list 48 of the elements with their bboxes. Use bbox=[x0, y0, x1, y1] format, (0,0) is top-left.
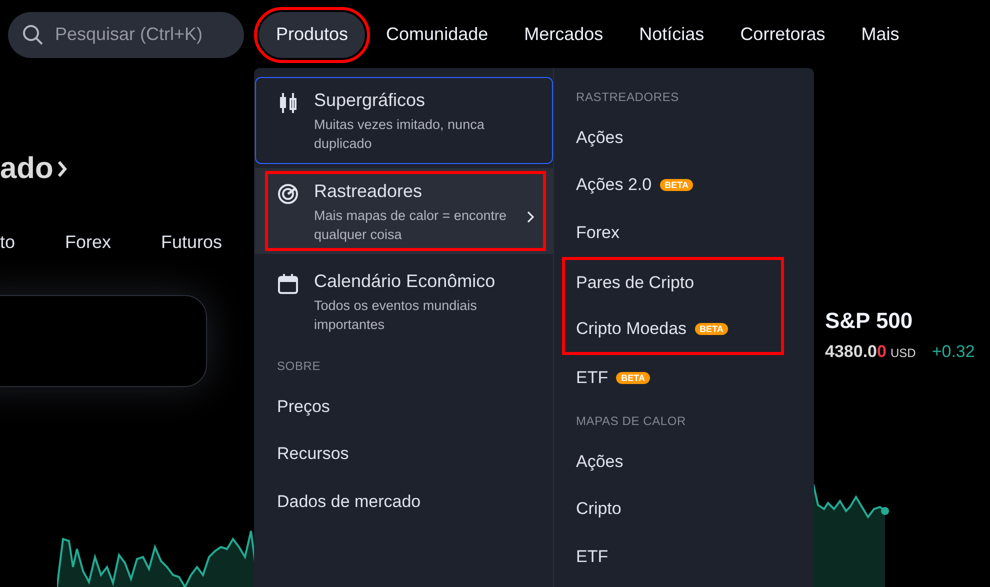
market-tab[interactable]: Forex bbox=[65, 232, 112, 253]
section-heading[interactable]: ado bbox=[0, 152, 54, 186]
item-title: Calendário Econômico bbox=[314, 271, 496, 292]
nav-item[interactable]: Comunidade bbox=[369, 12, 506, 58]
nav-item[interactable]: Notícias bbox=[622, 12, 722, 58]
menu-item[interactable]: Supergráficos Muitas vezes imitado, nunca duplicado bbox=[255, 77, 553, 164]
menu-link[interactable]: ETF BETA bbox=[554, 354, 814, 402]
market-tab[interactable]: Futuros bbox=[161, 232, 222, 253]
item-description: Muitas vezes imitado, nunca duplicado bbox=[314, 116, 486, 153]
nav-item[interactable]: Corretoras bbox=[723, 12, 842, 58]
nav-item[interactable]: Mais bbox=[844, 12, 916, 58]
menu-link[interactable]: Dados de mercado bbox=[255, 478, 553, 526]
price-change: +0.32 bbox=[932, 342, 975, 362]
section-header: SOBRE bbox=[276, 358, 322, 375]
currency: USD bbox=[890, 346, 916, 360]
menu-link[interactable]: ETF bbox=[554, 533, 814, 580]
menu-link[interactable]: Pares de Cripto bbox=[565, 260, 781, 306]
menu-link[interactable]: Forex bbox=[554, 209, 814, 256]
section-header: MAPAS DE CALOR bbox=[575, 413, 688, 430]
item-description: Todos os eventos mundiais importantes bbox=[314, 297, 478, 334]
menu-link[interactable]: Ações 2.0 BETA bbox=[554, 162, 814, 209]
item-description: Mais mapas de calor = encontre qualquer coisa bbox=[314, 207, 508, 244]
index-name[interactable]: S&P 500 bbox=[825, 308, 975, 334]
beta-badge: BETA bbox=[694, 322, 728, 334]
radar-icon bbox=[278, 184, 298, 204]
menu-link[interactable]: Ações bbox=[554, 114, 814, 162]
price-last-digit: 0 bbox=[877, 342, 886, 362]
market-tab[interactable]: to bbox=[0, 232, 16, 253]
candlestick-icon bbox=[278, 93, 298, 113]
beta-badge: BETA bbox=[616, 372, 650, 384]
menu-item[interactable]: Calendário Econômico Todos os eventos mundiais importantes bbox=[255, 258, 553, 345]
chevron-right-icon bbox=[527, 211, 535, 223]
calendar-icon bbox=[278, 274, 298, 294]
menu-link[interactable]: Ações bbox=[554, 438, 814, 486]
menu-item[interactable]: Rastreadores Mais mapas de calor = encontre qualquer coisa bbox=[255, 168, 553, 254]
item-title: Rastreadores bbox=[314, 181, 424, 202]
item-title: Supergráficos bbox=[314, 90, 426, 111]
beta-badge: BETA bbox=[660, 179, 694, 192]
nav-item[interactable]: Mercados bbox=[507, 12, 620, 58]
menu-link[interactable]: Preços bbox=[255, 383, 553, 430]
menu-link[interactable]: Cripto bbox=[554, 486, 814, 533]
chevron-right-icon bbox=[57, 160, 68, 178]
menu-link[interactable]: Recursos bbox=[255, 430, 553, 478]
section-header: RASTREADORES bbox=[575, 89, 680, 106]
menu-link[interactable]: Cripto Moedas BETA bbox=[565, 306, 781, 352]
search-field[interactable]: Pesquisar (Ctrl+K) bbox=[8, 12, 244, 58]
price: 4380.0 bbox=[825, 342, 877, 362]
nav-item[interactable]: Produtos bbox=[259, 12, 366, 58]
